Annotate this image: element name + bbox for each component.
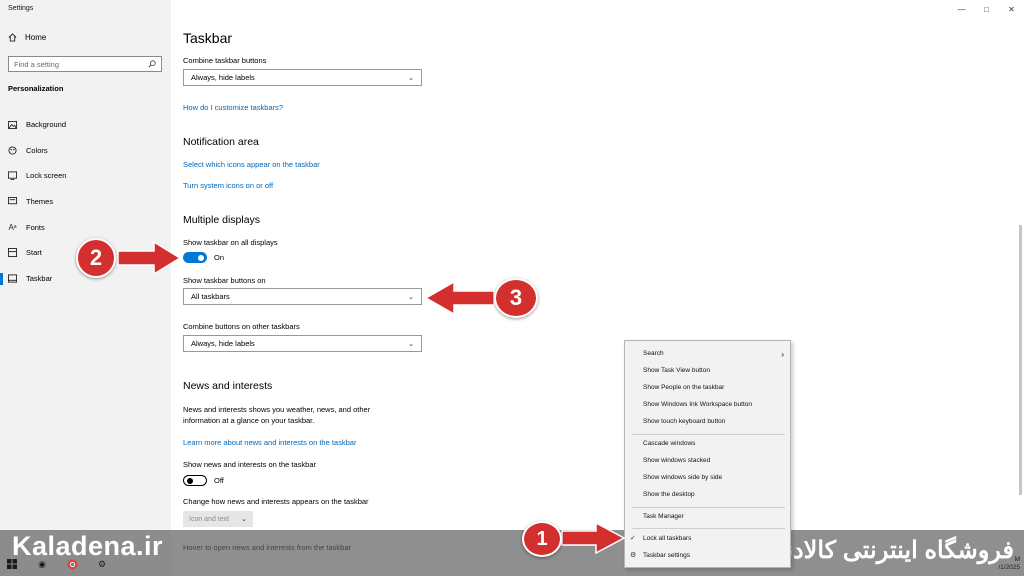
- font-icon: Aa: [8, 222, 17, 232]
- sidebar-item-fonts[interactable]: Aa Fonts: [0, 214, 171, 240]
- news-show-label: Show news and interests on the taskbar: [183, 460, 316, 469]
- news-display-dropdown: Icon and text ⌄: [183, 511, 253, 527]
- news-heading: News and interests: [183, 380, 273, 392]
- sidebar-item-lock-screen[interactable]: Lock screen: [0, 163, 171, 189]
- taskbar-context-menu: Search › Show Task View button Show Peop…: [624, 340, 791, 568]
- ctx-search[interactable]: Search: [643, 350, 664, 357]
- toggle-knob: [198, 254, 204, 261]
- ctx-windows-side-by-side[interactable]: Show windows side by side: [643, 474, 722, 481]
- toggle-state-label: Off: [214, 476, 224, 485]
- show-all-displays-toggle[interactable]: [183, 252, 207, 263]
- annotation-arrow-3: [424, 280, 495, 316]
- multiple-displays-heading: Multiple displays: [183, 214, 261, 226]
- sidebar-item-label: Taskbar: [26, 273, 53, 283]
- checkmark-icon: ✓: [630, 535, 636, 542]
- system-icons-link[interactable]: Turn system icons on or off: [183, 181, 273, 190]
- news-change-label: Change how news and interests appears on…: [183, 497, 369, 506]
- dropdown-value: Always, hide labels: [191, 73, 255, 82]
- page-scrollbar[interactable]: [1019, 225, 1022, 495]
- settings-sidebar: Settings Home Find a setting Personaliza…: [0, 0, 171, 576]
- show-all-displays-label: Show taskbar on all displays: [183, 238, 278, 247]
- taskbar-clock[interactable]: M /1/2025: [998, 556, 1020, 572]
- chevron-down-icon: ⌄: [408, 74, 414, 82]
- combine-other-dropdown[interactable]: Always, hide labels ⌄: [183, 335, 422, 352]
- brand-watermark-right: فروشگاه اینترنتی کالادنا: [779, 537, 1014, 564]
- news-toggle[interactable]: [183, 475, 207, 486]
- news-learn-more-link[interactable]: Learn more about news and interests on t…: [183, 438, 356, 447]
- ctx-lock-all-taskbars[interactable]: Lock all taskbars: [643, 535, 691, 542]
- sidebar-item-label: Colors: [26, 145, 48, 155]
- chevron-down-icon: ⌄: [241, 516, 247, 523]
- sidebar-item-colors[interactable]: Colors: [0, 138, 171, 164]
- annotation-arrow-2: [117, 240, 182, 276]
- sidebar-item-label: Start: [26, 248, 42, 258]
- ctx-windows-stacked[interactable]: Show windows stacked: [643, 457, 710, 464]
- chevron-down-icon: ⌄: [408, 293, 414, 301]
- ctx-task-manager[interactable]: Task Manager: [643, 513, 684, 520]
- ctx-show-task-view[interactable]: Show Task View button: [643, 367, 710, 374]
- page-title: Taskbar: [183, 30, 233, 46]
- brand-watermark-left: Kaladena.ir: [12, 531, 164, 561]
- chevron-right-icon: ›: [781, 350, 784, 359]
- notification-area-heading: Notification area: [183, 136, 259, 148]
- combine-buttons-label: Combine taskbar buttons: [183, 56, 267, 65]
- customize-taskbars-link[interactable]: How do I customize taskbars?: [183, 103, 283, 112]
- minimize-button[interactable]: —: [949, 0, 974, 18]
- find-setting-search[interactable]: Find a setting: [8, 56, 162, 72]
- dropdown-value: Icon and text: [189, 515, 230, 523]
- image-icon: [8, 120, 17, 129]
- annotation-badge-3: 3: [494, 278, 538, 318]
- chevron-down-icon: ⌄: [408, 340, 414, 348]
- window-controls: — □ ✕: [949, 0, 1024, 18]
- window-title: Settings: [8, 5, 34, 12]
- ctx-show-touch-keyboard[interactable]: Show touch keyboard button: [643, 418, 725, 425]
- sidebar-item-themes[interactable]: Themes: [0, 189, 171, 215]
- maximize-button[interactable]: □: [974, 0, 999, 18]
- menu-divider: [632, 507, 785, 508]
- brush-icon: [8, 197, 17, 206]
- menu-divider: [632, 528, 785, 529]
- personalization-heading: Personalization: [8, 84, 64, 93]
- clock-time: M: [1014, 556, 1020, 563]
- home-label: Home: [25, 33, 47, 42]
- news-hover-label: Hover to open news and interests from th…: [183, 543, 352, 552]
- ctx-show-desktop[interactable]: Show the desktop: [643, 491, 695, 498]
- ctx-taskbar-settings[interactable]: Taskbar settings: [643, 552, 690, 559]
- dropdown-value: Always, hide labels: [191, 339, 255, 348]
- sidebar-item-label: Fonts: [26, 222, 45, 232]
- clock-date: /1/2025: [998, 564, 1020, 571]
- ctx-show-people[interactable]: Show People on the taskbar: [643, 384, 724, 391]
- sidebar-item-background[interactable]: Background: [0, 112, 171, 138]
- toggle-knob: [186, 477, 193, 484]
- news-description: News and interests shows you weather, ne…: [183, 405, 371, 425]
- annotation-badge-1: 1: [522, 521, 562, 557]
- home-nav-item[interactable]: Home: [8, 33, 46, 42]
- search-icon: [148, 55, 156, 73]
- sidebar-item-label: Background: [26, 120, 67, 130]
- lock-screen-icon: [8, 171, 17, 181]
- combine-other-label: Combine buttons on other taskbars: [183, 322, 300, 331]
- menu-divider: [632, 434, 785, 435]
- sidebar-item-label: Lock screen: [26, 171, 67, 181]
- palette-icon: [8, 146, 17, 155]
- home-icon: [8, 33, 17, 42]
- gear-icon: ⚙: [630, 552, 637, 559]
- show-buttons-on-dropdown[interactable]: All taskbars ⌄: [183, 288, 422, 305]
- search-placeholder: Find a setting: [14, 59, 60, 69]
- select-icons-link[interactable]: Select which icons appear on the taskbar: [183, 160, 320, 169]
- show-buttons-on-label: Show taskbar buttons on: [183, 276, 266, 285]
- dropdown-value: All taskbars: [191, 292, 230, 301]
- close-button[interactable]: ✕: [999, 0, 1024, 18]
- annotation-badge-2: 2: [76, 238, 116, 278]
- taskbar-icon: [8, 274, 17, 283]
- ctx-cascade-windows[interactable]: Cascade windows: [643, 440, 695, 447]
- ctx-show-ink-workspace[interactable]: Show Windows Ink Workspace button: [643, 401, 752, 408]
- start-icon: [8, 248, 17, 258]
- toggle-state-label: On: [214, 253, 225, 262]
- annotation-arrow-1: [561, 521, 626, 555]
- sidebar-item-label: Themes: [26, 197, 54, 207]
- combine-buttons-dropdown[interactable]: Always, hide labels ⌄: [183, 69, 422, 86]
